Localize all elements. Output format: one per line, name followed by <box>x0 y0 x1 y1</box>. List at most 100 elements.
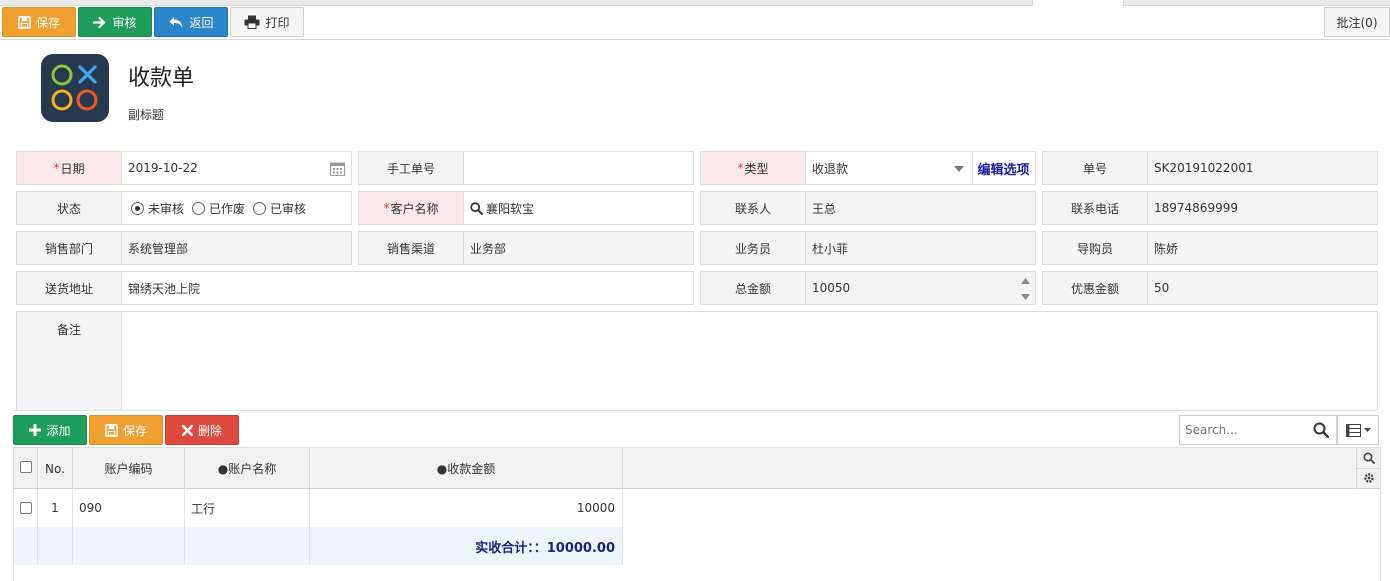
total-input[interactable]: 10050 <box>806 272 1035 304</box>
spinner-arrows-icon[interactable] <box>1021 278 1030 300</box>
save-button[interactable]: 保存 <box>2 7 76 37</box>
header-checkbox-cell <box>14 448 38 489</box>
summary-row: 实收合计：：10000.00 <box>14 527 623 565</box>
grid-search <box>1179 415 1337 445</box>
search-icon[interactable] <box>470 201 483 215</box>
gear-icon[interactable] <box>1363 472 1375 484</box>
cell-no: 1 <box>38 489 73 527</box>
close-icon <box>181 424 193 436</box>
status-field: 状态 未审核 已作废 已审核 <box>16 191 352 225</box>
select-all-checkbox[interactable] <box>19 460 32 473</box>
arrow-right-icon <box>93 16 106 28</box>
reply-icon <box>169 16 183 28</box>
doc-no-value: SK20191022001 <box>1148 152 1377 184</box>
customer-field: * 客户名称 襄阳软宝 <box>358 191 694 225</box>
discount-value: 50 <box>1148 272 1377 304</box>
caret-down-icon <box>1363 428 1371 432</box>
floppy-icon <box>18 15 31 29</box>
status-radio-void[interactable]: 已作废 <box>192 200 245 217</box>
status-radio-unaudited[interactable]: 未审核 <box>131 200 184 217</box>
address-field: 送货地址 锦绣天池上院 <box>16 271 694 305</box>
app-logo <box>41 54 109 122</box>
discount-label: 优惠金额 <box>1043 272 1148 304</box>
doc-no-label: 单号 <box>1043 152 1148 184</box>
delete-row-button[interactable]: 删除 <box>165 415 239 445</box>
contact-field: 联系人 王总 <box>700 191 1036 225</box>
print-label: 打印 <box>265 15 290 30</box>
remark-label: 备注 <box>17 312 122 410</box>
channel-value: 业务部 <box>464 232 693 264</box>
caret-down-icon <box>954 166 964 172</box>
phone-value: 18974869999 <box>1148 192 1377 224</box>
add-row-label: 添加 <box>46 423 71 438</box>
printer-icon <box>244 15 260 29</box>
col-account-code[interactable]: 账户编码 <box>73 448 185 489</box>
summary-total: 实收合计：：10000.00 <box>310 527 623 565</box>
table-header: No. 账户编码 ●账户名称 ●收款金额 <box>14 448 1380 489</box>
manual-no-input[interactable] <box>464 152 693 184</box>
col-amount[interactable]: ●收款金额 <box>310 448 623 489</box>
contact-label: 联系人 <box>701 192 806 224</box>
table-row[interactable]: 1 090 工行 10000 <box>14 489 623 527</box>
column-toggle-button[interactable] <box>1337 415 1379 445</box>
row-checkbox[interactable] <box>19 502 32 514</box>
floppy-icon <box>105 423 118 437</box>
date-input[interactable]: 2019-10-22 <box>122 152 351 184</box>
address-label: 送货地址 <box>17 272 122 304</box>
cell-account-code[interactable]: 090 <box>73 489 185 527</box>
save-rows-label: 保存 <box>122 423 147 438</box>
delete-row-label: 删除 <box>197 423 222 438</box>
save-label: 保存 <box>35 15 60 30</box>
col-account-name[interactable]: ●账户名称 <box>185 448 310 489</box>
type-select[interactable]: 收退款 <box>806 152 972 184</box>
print-button[interactable]: 打印 <box>230 7 304 37</box>
guide-label: 导购员 <box>1043 232 1148 264</box>
page-subtitle: 副标题 <box>128 108 165 122</box>
top-toolbar: 保存 审核 返回 打印 批注(0) <box>0 0 1390 40</box>
save-rows-button[interactable]: 保存 <box>89 415 163 445</box>
grid-side-tools <box>1356 448 1380 489</box>
phone-label: 联系电话 <box>1043 192 1148 224</box>
discount-field: 优惠金额 50 <box>1042 271 1378 305</box>
dept-field: 销售部门 系统管理部 <box>16 231 352 265</box>
channel-field: 销售渠道 业务部 <box>358 231 694 265</box>
type-label: * 类型 <box>701 152 806 184</box>
note-button[interactable]: 批注(0) <box>1324 7 1390 37</box>
summary-cell-blank <box>185 527 310 565</box>
grid-search-input[interactable] <box>1185 423 1311 437</box>
guide-value: 陈娇 <box>1148 232 1377 264</box>
salesman-label: 业务员 <box>701 232 806 264</box>
address-input[interactable]: 锦绣天池上院 <box>122 272 693 304</box>
summary-cell-blank <box>14 527 38 565</box>
cell-account-name[interactable]: 工行 <box>185 489 310 527</box>
total-field: 总金额 10050 <box>700 271 1036 305</box>
audit-label: 审核 <box>112 15 137 30</box>
search-icon[interactable] <box>1363 452 1375 464</box>
customer-label: * 客户名称 <box>359 192 464 224</box>
manual-no-label: 手工单号 <box>359 152 464 184</box>
total-label: 总金额 <box>701 272 806 304</box>
add-row-button[interactable]: 添加 <box>13 415 87 445</box>
status-radio-audited[interactable]: 已审核 <box>253 200 306 217</box>
audit-button[interactable]: 审核 <box>78 7 152 37</box>
dept-value: 系统管理部 <box>122 232 351 264</box>
calendar-icon[interactable] <box>330 161 345 176</box>
back-button[interactable]: 返回 <box>154 7 228 37</box>
date-field: * 日期 2019-10-22 <box>16 151 352 185</box>
date-label: * 日期 <box>17 152 122 184</box>
guide-field: 导购员 陈娇 <box>1042 231 1378 265</box>
customer-input[interactable]: 襄阳软宝 <box>464 192 693 224</box>
search-icon[interactable] <box>1313 422 1329 438</box>
cell-amount[interactable]: 10000 <box>310 489 623 527</box>
channel-label: 销售渠道 <box>359 232 464 264</box>
summary-cell-blank <box>73 527 185 565</box>
remark-textarea[interactable] <box>122 312 1377 410</box>
dept-label: 销售部门 <box>17 232 122 264</box>
doc-no-field: 单号 SK20191022001 <box>1042 151 1378 185</box>
detail-table: No. 账户编码 ●账户名称 ●收款金额 1 090 工行 10000 实收合计… <box>13 447 1381 581</box>
edit-options-link[interactable]: 编辑选项 <box>972 152 1034 184</box>
back-label: 返回 <box>189 15 214 30</box>
page-title: 收款单 <box>128 66 195 91</box>
manual-no-field: 手工单号 <box>358 151 694 185</box>
row-checkbox-cell <box>14 489 38 527</box>
